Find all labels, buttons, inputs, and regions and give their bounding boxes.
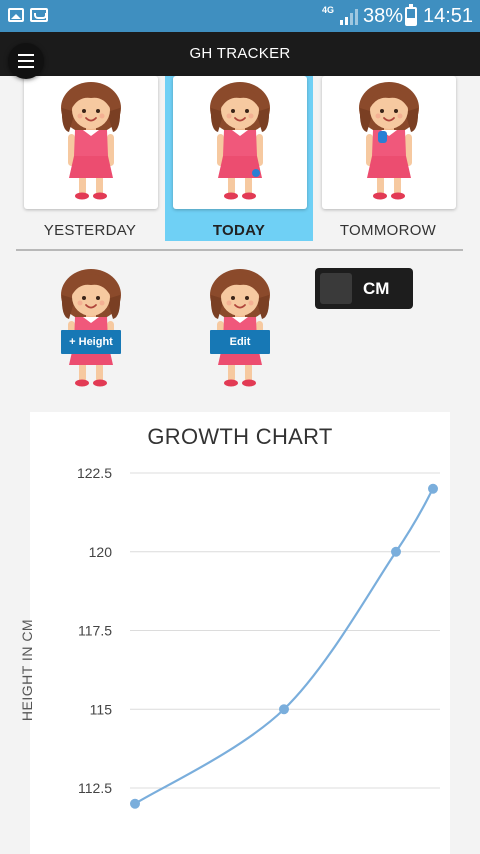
battery-percent: 38%	[363, 5, 404, 27]
day-label: TOMMOROW	[339, 222, 437, 239]
divider	[16, 249, 463, 251]
injection-site-marker-icon	[378, 131, 387, 143]
network-type-label: 4G	[322, 5, 335, 15]
menu-icon	[18, 54, 34, 56]
day-card	[322, 76, 456, 209]
menu-icon-bar	[18, 66, 34, 68]
day-card	[24, 76, 158, 209]
signal-icon	[340, 9, 358, 25]
growth-chart-card: GROWTH CHART	[30, 412, 450, 854]
unit-toggle[interactable]: CM	[315, 268, 413, 309]
day-label: YESTERDAY	[43, 222, 137, 239]
y-axis-label: HEIGHT IN CM	[19, 618, 35, 722]
status-bar: 4G 38% 14:51	[0, 0, 480, 32]
app-bar: GH TRACKER	[0, 32, 480, 76]
menu-icon-bar	[18, 60, 34, 62]
gallery-icon	[8, 8, 24, 22]
day-card	[173, 76, 307, 209]
day-tab-yesterday[interactable]: YESTERDAY	[16, 76, 164, 241]
unit-label: CM	[363, 279, 390, 298]
day-tab-tomorrow[interactable]: TOMMOROW	[314, 76, 462, 241]
clock: 14:51	[423, 5, 474, 27]
girl-illustration	[208, 78, 272, 202]
day-label: TODAY	[212, 222, 266, 239]
toggle-knob	[320, 273, 352, 304]
injection-site-marker-icon	[252, 169, 260, 177]
girl-illustration	[59, 78, 123, 202]
menu-button[interactable]	[8, 43, 44, 79]
chart-title: GROWTH CHART	[147, 424, 333, 449]
girl-illustration	[59, 262, 123, 392]
add-height-button[interactable]: + Height	[61, 330, 121, 354]
edit-button[interactable]: Edit	[210, 330, 270, 354]
battery-icon	[405, 4, 417, 26]
girl-illustration	[208, 262, 272, 392]
voicemail-icon	[30, 8, 48, 22]
app-title: GH TRACKER	[189, 45, 291, 62]
girl-illustration	[357, 78, 421, 202]
day-tab-today[interactable]: TODAY	[165, 76, 313, 241]
